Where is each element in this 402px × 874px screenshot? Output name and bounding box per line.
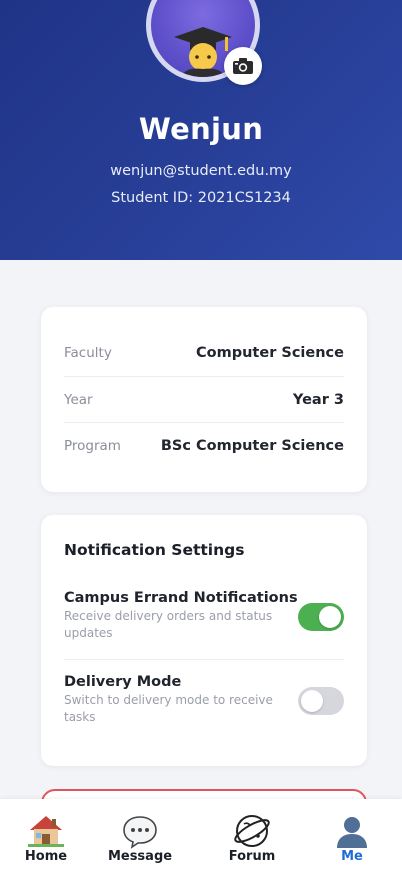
tab-forum[interactable]: Forum bbox=[212, 811, 292, 864]
info-row-program: Program BSc Computer Science bbox=[64, 423, 344, 469]
camera-icon bbox=[233, 58, 253, 74]
setting-title: Delivery Mode bbox=[64, 674, 182, 690]
setting-description: Receive delivery orders and status updat… bbox=[64, 609, 273, 640]
tab-label: Message bbox=[107, 849, 173, 864]
bottom-tab-bar: Home Message Forum Me bbox=[0, 799, 402, 874]
info-row-year: Year Year 3 bbox=[64, 377, 344, 423]
toggle-knob bbox=[301, 690, 323, 712]
setting-description: Switch to delivery mode to receive tasks bbox=[64, 693, 273, 724]
info-row-faculty: Faculty Computer Science bbox=[64, 330, 344, 376]
academic-info-card: Faculty Computer Science Year Year 3 Pro… bbox=[41, 307, 367, 492]
info-label: Faculty bbox=[64, 345, 112, 361]
tab-me[interactable]: Me bbox=[312, 811, 392, 864]
student-id: Student ID: 2021CS1234 bbox=[111, 190, 291, 206]
change-photo-button[interactable] bbox=[224, 47, 262, 85]
person-icon bbox=[337, 817, 367, 848]
info-value: Year 3 bbox=[292, 392, 344, 408]
profile-header: Wenjun wenjun@student.edu.my Student ID:… bbox=[0, 0, 402, 260]
toggle-knob bbox=[319, 606, 341, 628]
section-title: Notification Settings bbox=[64, 541, 245, 559]
setting-delivery-mode: Delivery Mode Switch to delivery mode to… bbox=[64, 674, 344, 726]
tab-label: Home bbox=[24, 849, 68, 864]
chat-bubble-icon bbox=[123, 816, 157, 849]
setting-campus-errand-notifications: Campus Errand Notifications Receive deli… bbox=[64, 590, 344, 642]
profile-name: Wenjun bbox=[138, 112, 264, 146]
planet-icon bbox=[234, 815, 270, 847]
tab-home[interactable]: Home bbox=[6, 811, 86, 864]
campus-errand-notifications-toggle[interactable] bbox=[298, 603, 344, 631]
profile-email: wenjun@student.edu.my bbox=[110, 163, 292, 179]
tab-label: Me bbox=[341, 849, 363, 864]
info-label: Program bbox=[64, 438, 121, 454]
info-value: Computer Science bbox=[196, 345, 344, 361]
tab-message[interactable]: Message bbox=[100, 811, 180, 864]
tab-label: Forum bbox=[228, 849, 276, 864]
info-label: Year bbox=[64, 392, 93, 408]
info-value: BSc Computer Science bbox=[160, 438, 344, 454]
delivery-mode-toggle[interactable] bbox=[298, 687, 344, 715]
house-icon bbox=[28, 816, 64, 847]
notification-settings-card: Notification Settings Campus Errand Noti… bbox=[41, 515, 367, 766]
divider bbox=[64, 659, 344, 660]
setting-title: Campus Errand Notifications bbox=[64, 590, 298, 606]
